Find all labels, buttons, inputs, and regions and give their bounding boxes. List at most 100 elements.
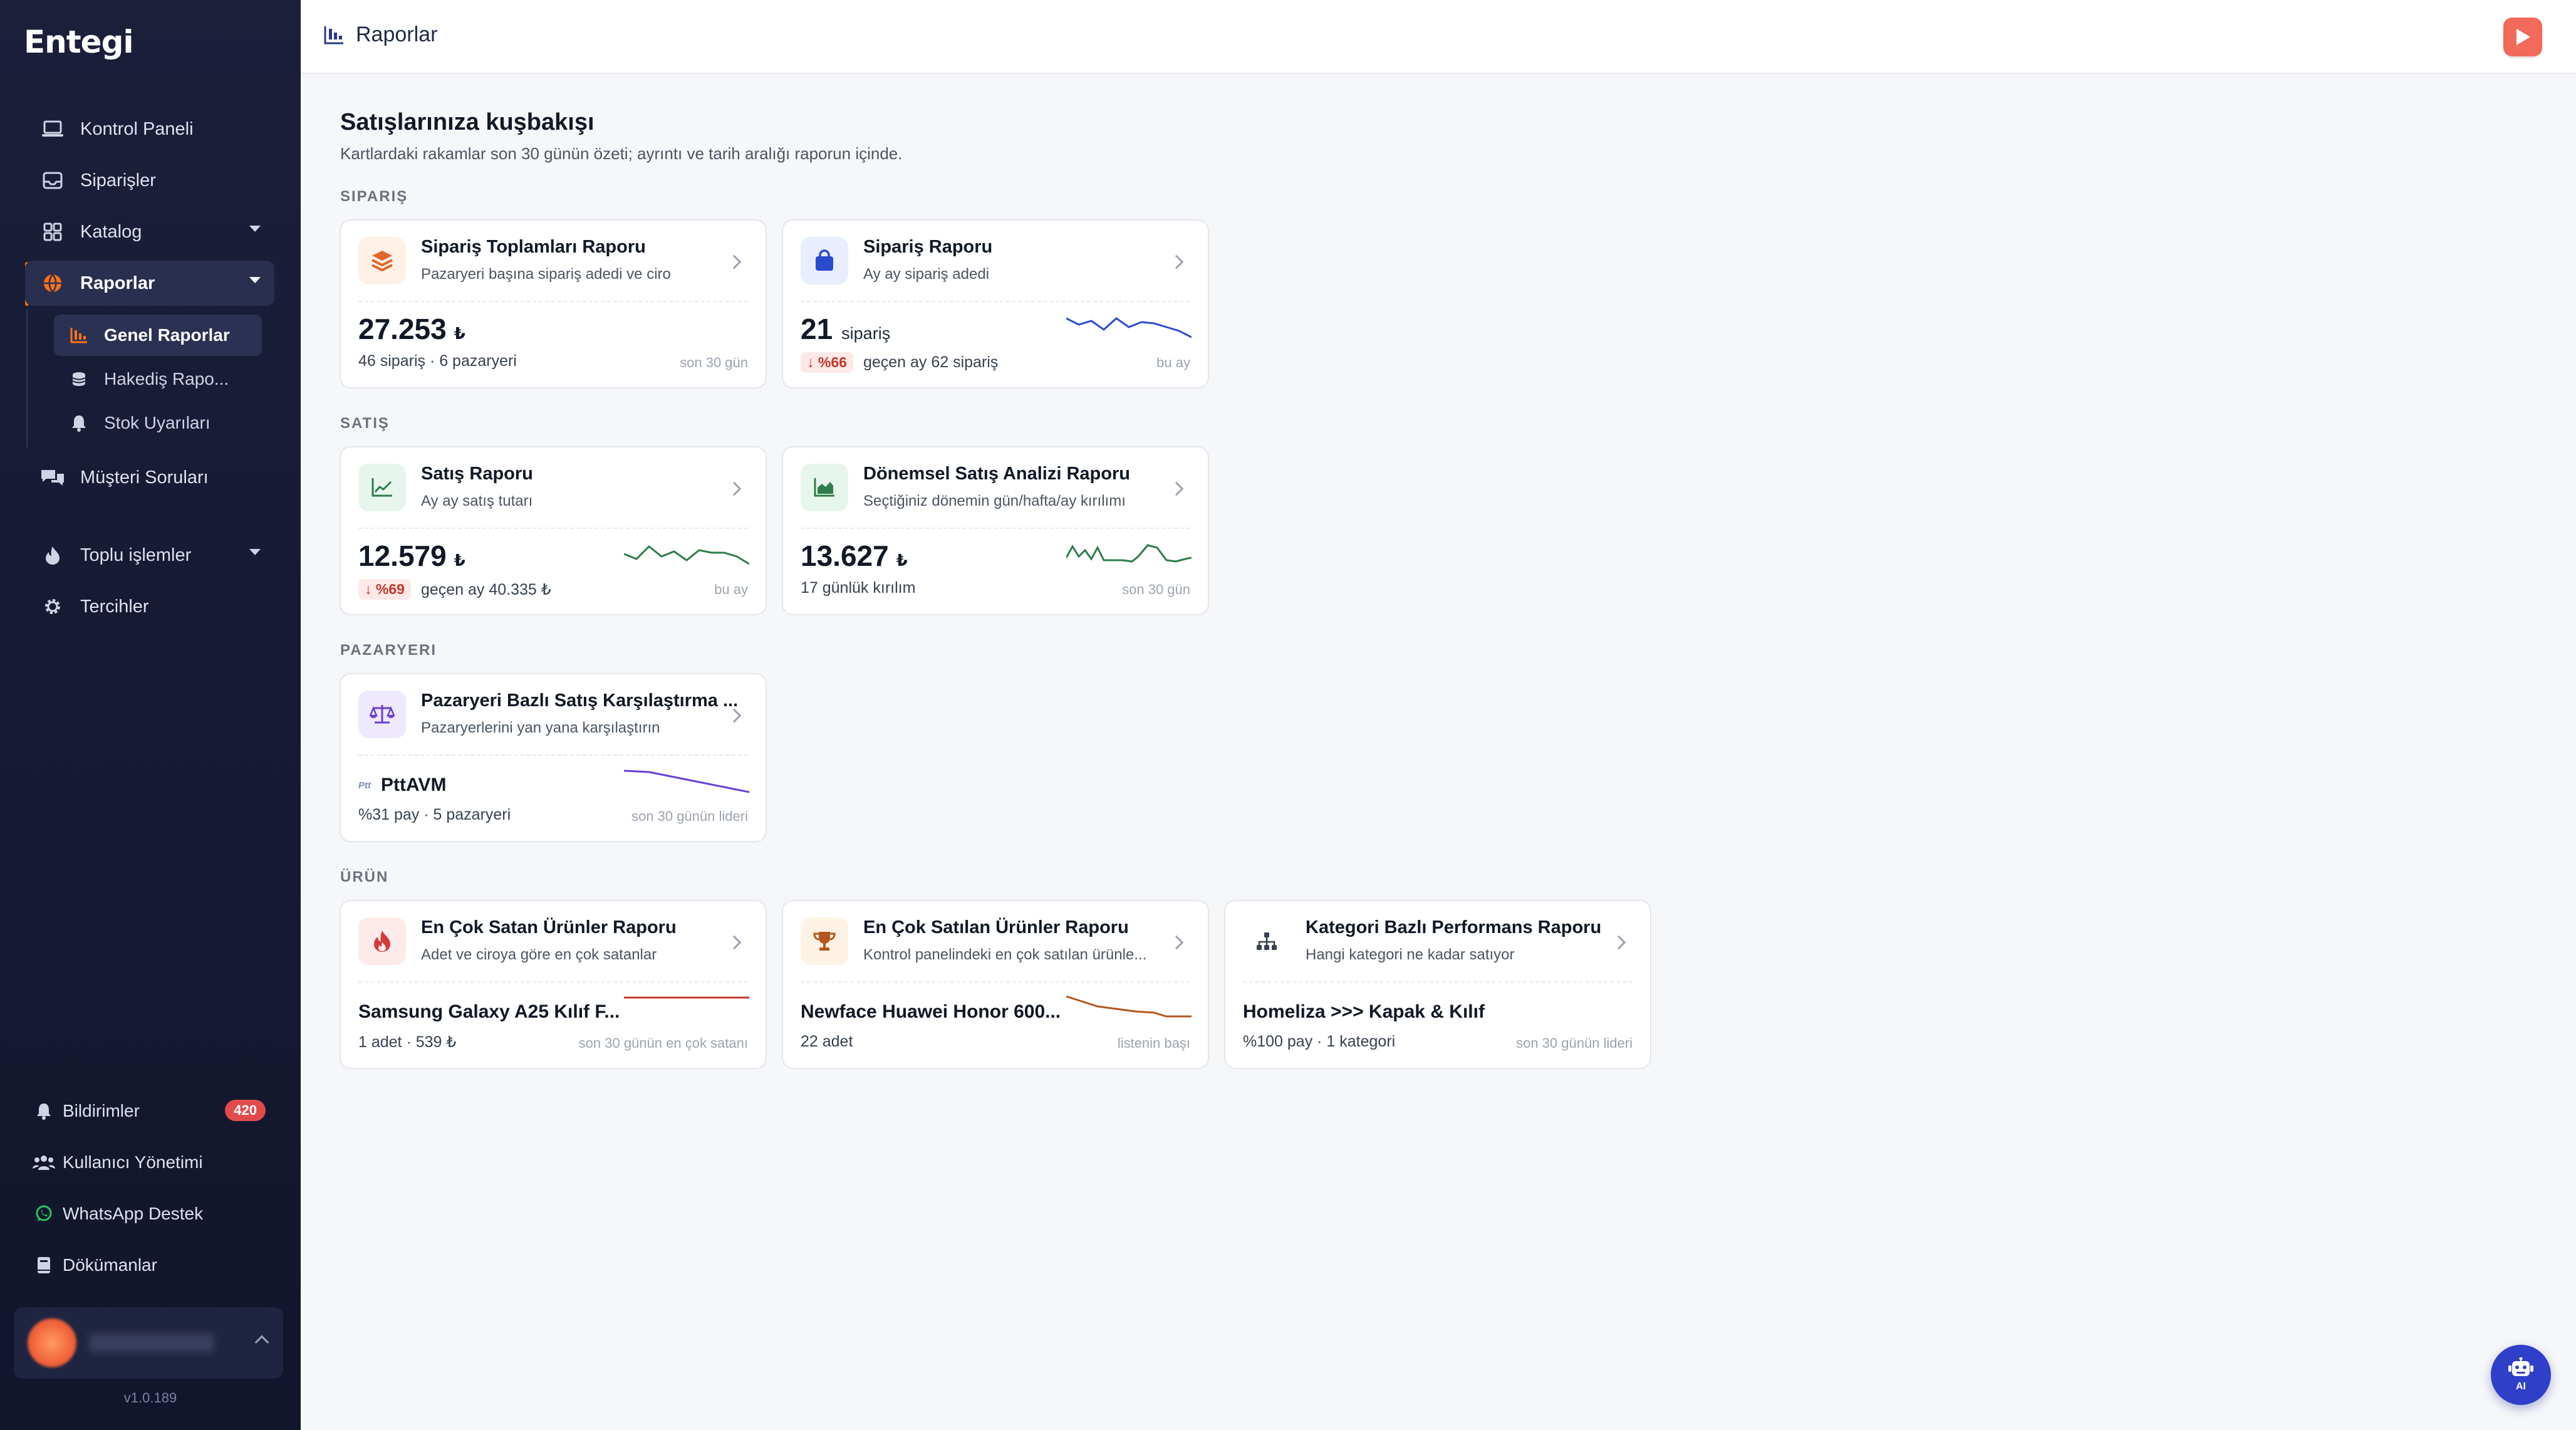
- card-leader-name: Ptt PttAVM: [358, 775, 446, 796]
- fire-icon: [358, 917, 406, 965]
- chevron-down-icon: [249, 277, 261, 283]
- sidebar-subitem-label: Stok Uyarıları: [104, 413, 210, 432]
- ai-assistant-button[interactable]: AI: [2491, 1345, 2551, 1405]
- sidebar-subitem-hakedis[interactable]: Hakediş Rapo...: [54, 358, 262, 400]
- chevron-right-icon: [1169, 935, 1184, 950]
- sidebar-item-label: Kontrol Paneli: [80, 118, 194, 139]
- report-card-pazaryeri-karsilastirma[interactable]: Pazaryeri Bazlı Satış Karşılaştırma ... …: [340, 673, 767, 842]
- card-period-note: son 30 günün lideri: [631, 808, 748, 824]
- trophy-icon: [801, 917, 848, 965]
- layers-icon: [358, 237, 406, 284]
- sidebar-item-toplu-islemler[interactable]: Toplu işlemler: [25, 533, 274, 578]
- sidebar-bottom-whatsapp-destek[interactable]: WhatsApp Destek: [25, 1193, 274, 1234]
- chevron-right-icon: [727, 935, 742, 950]
- app-logo[interactable]: Entegi: [24, 24, 133, 60]
- card-divider: [358, 754, 748, 756]
- sidebar-subitem-label: Genel Raporlar: [104, 325, 230, 345]
- sidebar-subitem-stok-uyarilari[interactable]: Stok Uyarıları: [54, 402, 262, 444]
- report-card-siparis-raporu[interactable]: Sipariş Raporu Ay ay sipariş adedi 21 si…: [782, 219, 1209, 389]
- sidebar-item-musteri-sorulari[interactable]: Müşteri Soruları: [25, 455, 274, 500]
- card-value: 12.579 ₺: [358, 539, 465, 573]
- card-value-unit: ₺: [454, 324, 465, 343]
- card-meta: 1 adet · 539 ₺: [358, 1033, 457, 1051]
- card-meta: 17 günlük kırılım: [801, 579, 916, 597]
- sparkline: [1066, 995, 1192, 1018]
- page-title: Satışlarınıza kuşbakışı: [340, 109, 595, 135]
- video-tutorial-button[interactable]: [2503, 18, 2542, 56]
- bar-chart-icon: [323, 25, 345, 45]
- sidebar-item-siparisler[interactable]: Siparişler: [25, 158, 274, 203]
- card-period-note: son 30 gün: [1122, 582, 1190, 597]
- scale-balance-icon: [358, 691, 406, 738]
- user-profile-menu[interactable]: [14, 1307, 283, 1379]
- card-leader-text: PttAVM: [381, 775, 447, 795]
- sidebar-item-katalog[interactable]: Katalog: [25, 209, 274, 254]
- section-label-urun: ÜRÜN: [340, 869, 389, 885]
- card-divider: [358, 301, 748, 302]
- card-leader-name: Newface Huawei Honor 600...: [801, 1001, 1061, 1022]
- play-icon: [2516, 29, 2530, 45]
- card-description: Seçtiğiniz dönemin gün/hafta/ay kırılımı: [863, 493, 1126, 509]
- card-value-number: 27.253: [358, 313, 447, 345]
- card-description: Kontrol panelindeki en çok satılan ürünl…: [863, 946, 1147, 963]
- sidebar-item-raporlar[interactable]: Raporlar: [25, 261, 274, 306]
- report-card-siparis-toplamlari[interactable]: Sipariş Toplamları Raporu Pazaryeri başı…: [340, 219, 767, 389]
- bell-icon: [54, 414, 104, 432]
- sidebar-bottom-label: Bildirimler: [63, 1101, 140, 1120]
- submenu-guide: [26, 310, 28, 447]
- sidebar-bottom-bildirimler[interactable]: Bildirimler 420: [25, 1090, 274, 1132]
- chevron-right-icon: [727, 481, 742, 496]
- card-value-number: 21: [801, 313, 833, 345]
- main-content: Satışlarınıza kuşbakışı Kartlardaki raka…: [301, 74, 2576, 1430]
- sidebar-bottom-kullanici-yonetimi[interactable]: Kullanıcı Yönetimi: [25, 1142, 274, 1183]
- sidebar-bottom-dokumanlar[interactable]: Dökümanlar: [25, 1245, 274, 1286]
- area-chart-icon: [801, 464, 848, 511]
- card-description: Pazaryeri başına sipariş adedi ve ciro: [421, 266, 671, 283]
- sparkline: [1066, 317, 1192, 338]
- coins-icon: [54, 370, 104, 388]
- inbox-icon: [25, 171, 80, 190]
- card-meta-text: geçen ay 62 sipariş: [863, 353, 999, 371]
- sidebar-subitem-label: Hakediş Rapo...: [104, 369, 229, 389]
- report-card-satis-raporu[interactable]: Satış Raporu Ay ay satış tutarı 12.579 ₺…: [340, 446, 767, 615]
- sidebar-item-tercihler[interactable]: Tercihler: [25, 584, 274, 629]
- card-value: 13.627 ₺: [801, 539, 908, 573]
- sidebar-item-label: Tercihler: [80, 596, 149, 617]
- card-value-unit: ₺: [896, 551, 908, 570]
- chevron-down-icon: [249, 226, 261, 232]
- card-period-note: son 30 günün lideri: [1516, 1035, 1633, 1051]
- report-card-en-cok-satilan[interactable]: En Çok Satılan Ürünler Raporu Kontrol pa…: [782, 900, 1209, 1069]
- chevron-down-icon: [249, 549, 261, 555]
- avatar: [28, 1318, 76, 1367]
- sidebar-item-label: Raporlar: [80, 273, 155, 293]
- sidebar-item-kontrol-paneli[interactable]: Kontrol Paneli: [25, 107, 274, 152]
- report-card-en-cok-satan[interactable]: En Çok Satan Ürünler Raporu Adet ve ciro…: [340, 900, 767, 1069]
- card-description: Ay ay satış tutarı: [421, 493, 533, 509]
- chevron-right-icon: [1169, 481, 1184, 496]
- card-leader-name: Samsung Galaxy A25 Kılıf F...: [358, 1001, 620, 1022]
- grid-icon: [25, 222, 80, 241]
- sidebar-subitem-genel-raporlar[interactable]: Genel Raporlar: [54, 315, 262, 356]
- bar-chart-icon: [54, 326, 104, 344]
- report-card-donemsel-satis-analizi[interactable]: Dönemsel Satış Analizi Raporu Seçtiğiniz…: [782, 446, 1209, 615]
- sitemap-icon: [1243, 917, 1291, 965]
- sidebar-item-label: Siparişler: [80, 170, 156, 190]
- card-title: Sipariş Raporu: [863, 237, 993, 257]
- sidebar-item-label: Toplu işlemler: [80, 545, 192, 565]
- sparkline: [624, 545, 749, 565]
- card-period-note: bu ay: [1156, 355, 1190, 370]
- chat-bubbles-icon: [25, 467, 80, 488]
- report-card-kategori-performans[interactable]: Kategori Bazlı Performans Raporu Hangi k…: [1224, 900, 1651, 1069]
- bell-icon: [25, 1102, 63, 1120]
- laptop-icon: [25, 120, 80, 138]
- pttavm-logo: Ptt: [358, 780, 371, 791]
- sidebar-bottom-label: WhatsApp Destek: [63, 1204, 204, 1223]
- card-meta: %31 pay · 5 pazaryeri: [358, 806, 511, 823]
- card-description: Hangi kategori ne kadar satıyor: [1306, 946, 1515, 963]
- card-period-note: son 30 günün en çok satanı: [578, 1035, 748, 1051]
- card-value-unit: sipariş: [841, 324, 891, 343]
- sparkline: [1066, 544, 1192, 563]
- shopping-bag-icon: [801, 237, 848, 284]
- card-period-note: listenin başı: [1117, 1035, 1190, 1051]
- globe-icon: [25, 273, 80, 294]
